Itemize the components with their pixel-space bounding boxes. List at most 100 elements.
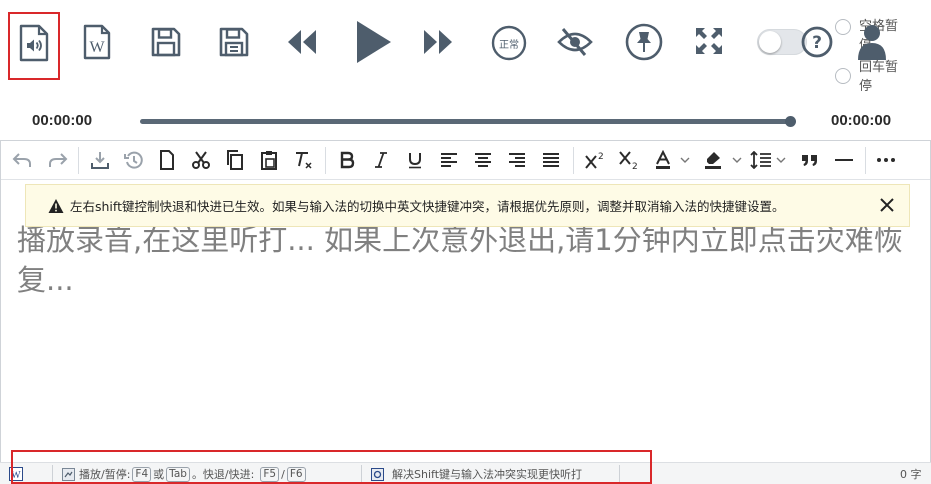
editor: 2 2 播放录音,在这里听打... 如果上次意外退出,请1分钟内立即点击灾难恢复… <box>0 140 931 484</box>
svg-text:W: W <box>89 39 105 56</box>
quote-icon <box>802 155 817 166</box>
download-icon <box>91 152 109 169</box>
redo-icon <box>49 153 68 167</box>
superscript-icon: 2 <box>585 152 604 169</box>
save-button[interactable] <box>146 22 186 62</box>
new-doc-icon <box>160 150 174 170</box>
more-button[interactable] <box>874 148 898 172</box>
rewind-button[interactable] <box>284 25 320 59</box>
editor-placeholder[interactable]: 播放录音,在这里听打... 如果上次意外退出,请1分钟内立即点击灾难恢复... <box>17 220 922 300</box>
save-as-button[interactable] <box>214 22 254 62</box>
player-toolbar: W 正常 ? 空格暂 回车暂停 <box>0 0 931 96</box>
toolbar-divider <box>78 147 79 174</box>
play-icon <box>357 21 391 63</box>
copy-button[interactable] <box>223 148 247 172</box>
undo-button[interactable] <box>10 148 34 172</box>
warning-icon <box>48 198 64 213</box>
toolbar-divider <box>865 147 866 174</box>
paste-button[interactable] <box>257 148 281 172</box>
audio-file-button[interactable] <box>14 22 54 64</box>
toolbar-divider <box>325 147 326 174</box>
close-icon[interactable] <box>879 197 895 213</box>
cut-icon <box>192 151 210 169</box>
align-left-icon <box>441 153 457 167</box>
audio-file-icon <box>19 24 49 62</box>
font-color-icon <box>656 150 670 169</box>
help-button[interactable]: ? <box>800 25 834 59</box>
horizontal-rule-button[interactable] <box>832 148 856 172</box>
paste-icon <box>261 151 277 170</box>
chevron-down-icon[interactable] <box>680 153 690 167</box>
history-icon <box>124 151 143 169</box>
subscript-icon: 2 <box>619 151 638 170</box>
speed-button[interactable]: 正常 <box>490 24 528 62</box>
align-center-button[interactable] <box>471 148 495 172</box>
help-icon: ? <box>801 26 833 58</box>
clear-format-button[interactable] <box>291 148 315 172</box>
radio-enter-pause[interactable]: 回车暂停 <box>835 58 907 96</box>
progress-track[interactable] <box>140 119 792 124</box>
align-right-icon <box>509 153 525 167</box>
underline-button[interactable] <box>403 148 427 172</box>
copy-icon <box>227 150 243 170</box>
current-time: 00:00:00 <box>32 112 93 129</box>
subscript-button[interactable]: 2 <box>617 148 641 172</box>
chevron-down-icon[interactable] <box>776 153 786 167</box>
clear-format-icon <box>296 152 312 169</box>
shortcut-notice: 左右shift键控制快退和快进已生效。如果与输入法的切换中英文快捷键冲突，请根据… <box>25 184 910 227</box>
history-button[interactable] <box>122 148 146 172</box>
chevron-down-icon[interactable] <box>732 153 742 167</box>
svg-text:?: ? <box>812 33 822 53</box>
rewind-icon <box>288 30 316 54</box>
justify-button[interactable] <box>539 148 563 172</box>
pin-icon <box>625 23 663 61</box>
bold-icon <box>340 151 355 169</box>
user-button[interactable] <box>855 22 889 62</box>
redo-button[interactable] <box>46 148 70 172</box>
font-color-button[interactable] <box>651 148 675 172</box>
quote-button[interactable] <box>798 148 822 172</box>
download-button[interactable] <box>88 148 112 172</box>
notice-message: 左右shift键控制快退和快进已生效。如果与输入法的切换中英文快捷键冲突，请根据… <box>70 199 785 214</box>
svg-text:2: 2 <box>598 152 604 162</box>
bold-button[interactable] <box>335 148 359 172</box>
word-doc-icon: W <box>83 24 111 60</box>
radio-dot <box>835 19 851 35</box>
italic-icon <box>375 152 387 168</box>
toolbar-divider <box>573 147 574 174</box>
italic-button[interactable] <box>369 148 393 172</box>
export-word-button[interactable]: W <box>78 22 116 62</box>
radio-dot <box>835 68 851 84</box>
editor-toolbar: 2 2 <box>1 141 930 180</box>
eye-slash-icon <box>557 28 593 56</box>
user-icon <box>858 25 886 60</box>
justify-icon <box>543 153 559 167</box>
play-button[interactable] <box>350 18 396 66</box>
progress-thumb[interactable] <box>785 116 796 127</box>
fullscreen-icon <box>696 28 722 54</box>
radio-enter-label: 回车暂停 <box>859 60 899 94</box>
line-height-button[interactable] <box>749 148 773 172</box>
save-icon <box>151 27 181 57</box>
toggle-knob <box>759 31 781 53</box>
speed-label: 正常 <box>499 39 519 51</box>
fast-forward-button[interactable] <box>420 25 456 59</box>
pin-button[interactable] <box>624 22 664 62</box>
highlight-button[interactable] <box>701 148 725 172</box>
fullscreen-button[interactable] <box>692 24 726 58</box>
highlight-icon <box>705 152 721 169</box>
align-left-button[interactable] <box>437 148 461 172</box>
superscript-button[interactable]: 2 <box>583 148 607 172</box>
new-doc-button[interactable] <box>155 148 179 172</box>
align-center-icon <box>475 153 491 167</box>
more-icon <box>877 158 895 162</box>
align-right-button[interactable] <box>505 148 529 172</box>
save-as-icon <box>219 27 249 57</box>
fast-forward-icon <box>424 30 452 54</box>
word-count: 0 字 <box>900 468 922 481</box>
cut-button[interactable] <box>189 148 213 172</box>
total-time: 00:00:00 <box>831 112 892 129</box>
svg-text:2: 2 <box>632 162 638 170</box>
hide-button[interactable] <box>556 24 594 60</box>
line-height-icon <box>750 151 771 169</box>
